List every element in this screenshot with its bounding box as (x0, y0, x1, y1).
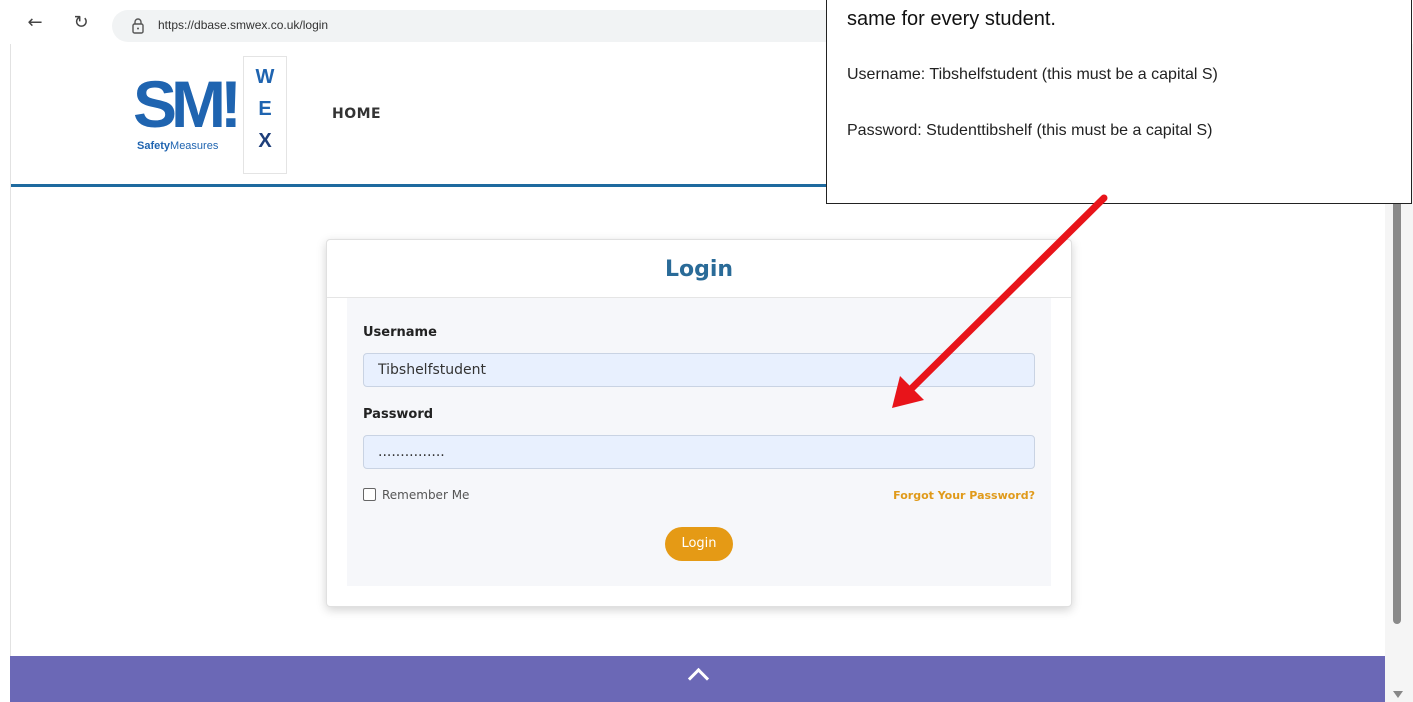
arrow-shaft (904, 194, 1108, 396)
annotation-arrow (892, 194, 1108, 408)
